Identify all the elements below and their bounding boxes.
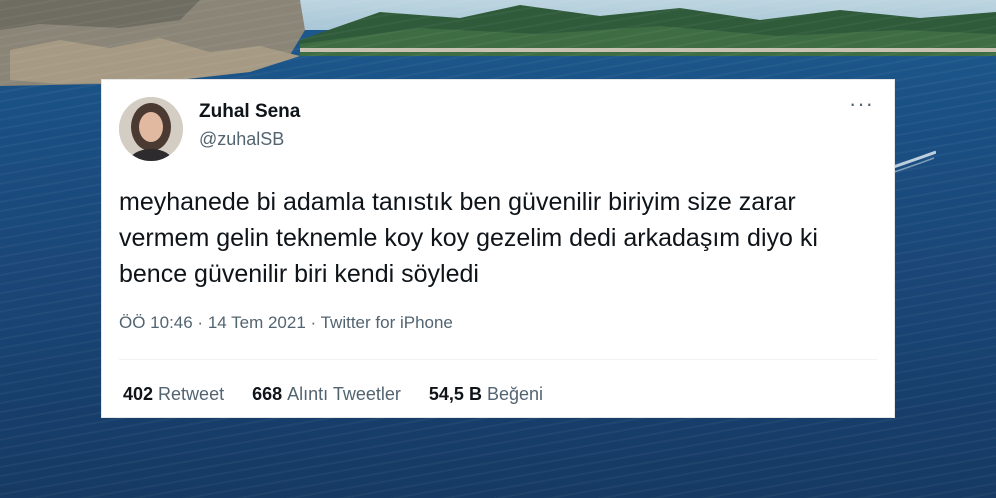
quote-tweets-stat[interactable]: 668 Alıntı Tweetler (252, 384, 401, 405)
tweet-text: meyhanede bi adamla tanıstık ben güvenil… (119, 188, 818, 288)
engagement-stats: 402 Retweet 668 Alıntı Tweetler 54,5 B Beğe… (123, 384, 566, 405)
tweet-card: Zuhal Sena @zuhalSB ··· meyhanede bi ada… (101, 79, 895, 418)
rocky-cliff (0, 0, 305, 86)
divider (119, 359, 877, 360)
user-handle[interactable]: @zuhalSB (199, 129, 284, 150)
profile-photo-icon (119, 97, 183, 161)
avatar[interactable] (119, 97, 183, 161)
more-options-icon[interactable]: ··· (849, 93, 874, 115)
retweet-stat[interactable]: 402 Retweet (123, 384, 224, 405)
background-photo: Zuhal Sena @zuhalSB ··· meyhanede bi ada… (0, 0, 996, 498)
display-name[interactable]: Zuhal Sena (199, 101, 300, 123)
likes-stat[interactable]: 54,5 B Beğeni (429, 384, 543, 405)
tweet-timestamp[interactable]: ÖÖ 10:46 · 14 Tem 2021 · Twitter for iPh… (119, 313, 453, 333)
